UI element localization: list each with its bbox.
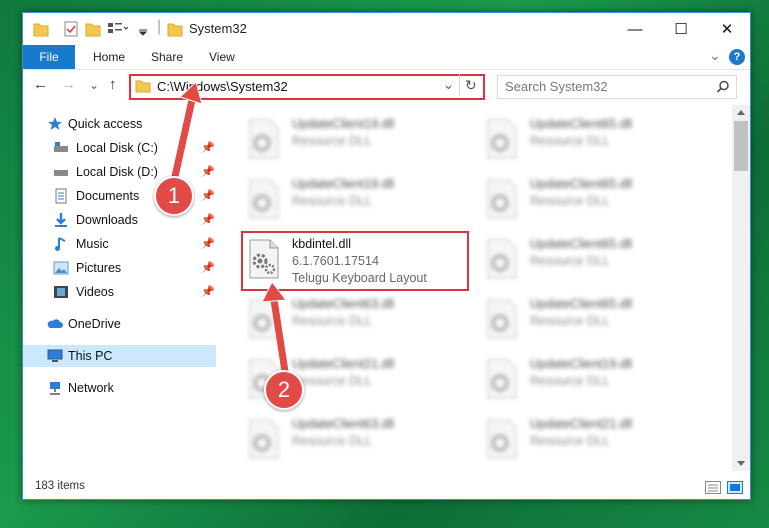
arrow-1-head — [179, 81, 203, 105]
step-badge-2: 2 — [264, 370, 304, 410]
arrow-2 — [270, 296, 290, 382]
arrow-2-head — [261, 281, 287, 303]
annotation-arrows — [168, 81, 290, 382]
step-badge-1: 1 — [154, 176, 194, 216]
